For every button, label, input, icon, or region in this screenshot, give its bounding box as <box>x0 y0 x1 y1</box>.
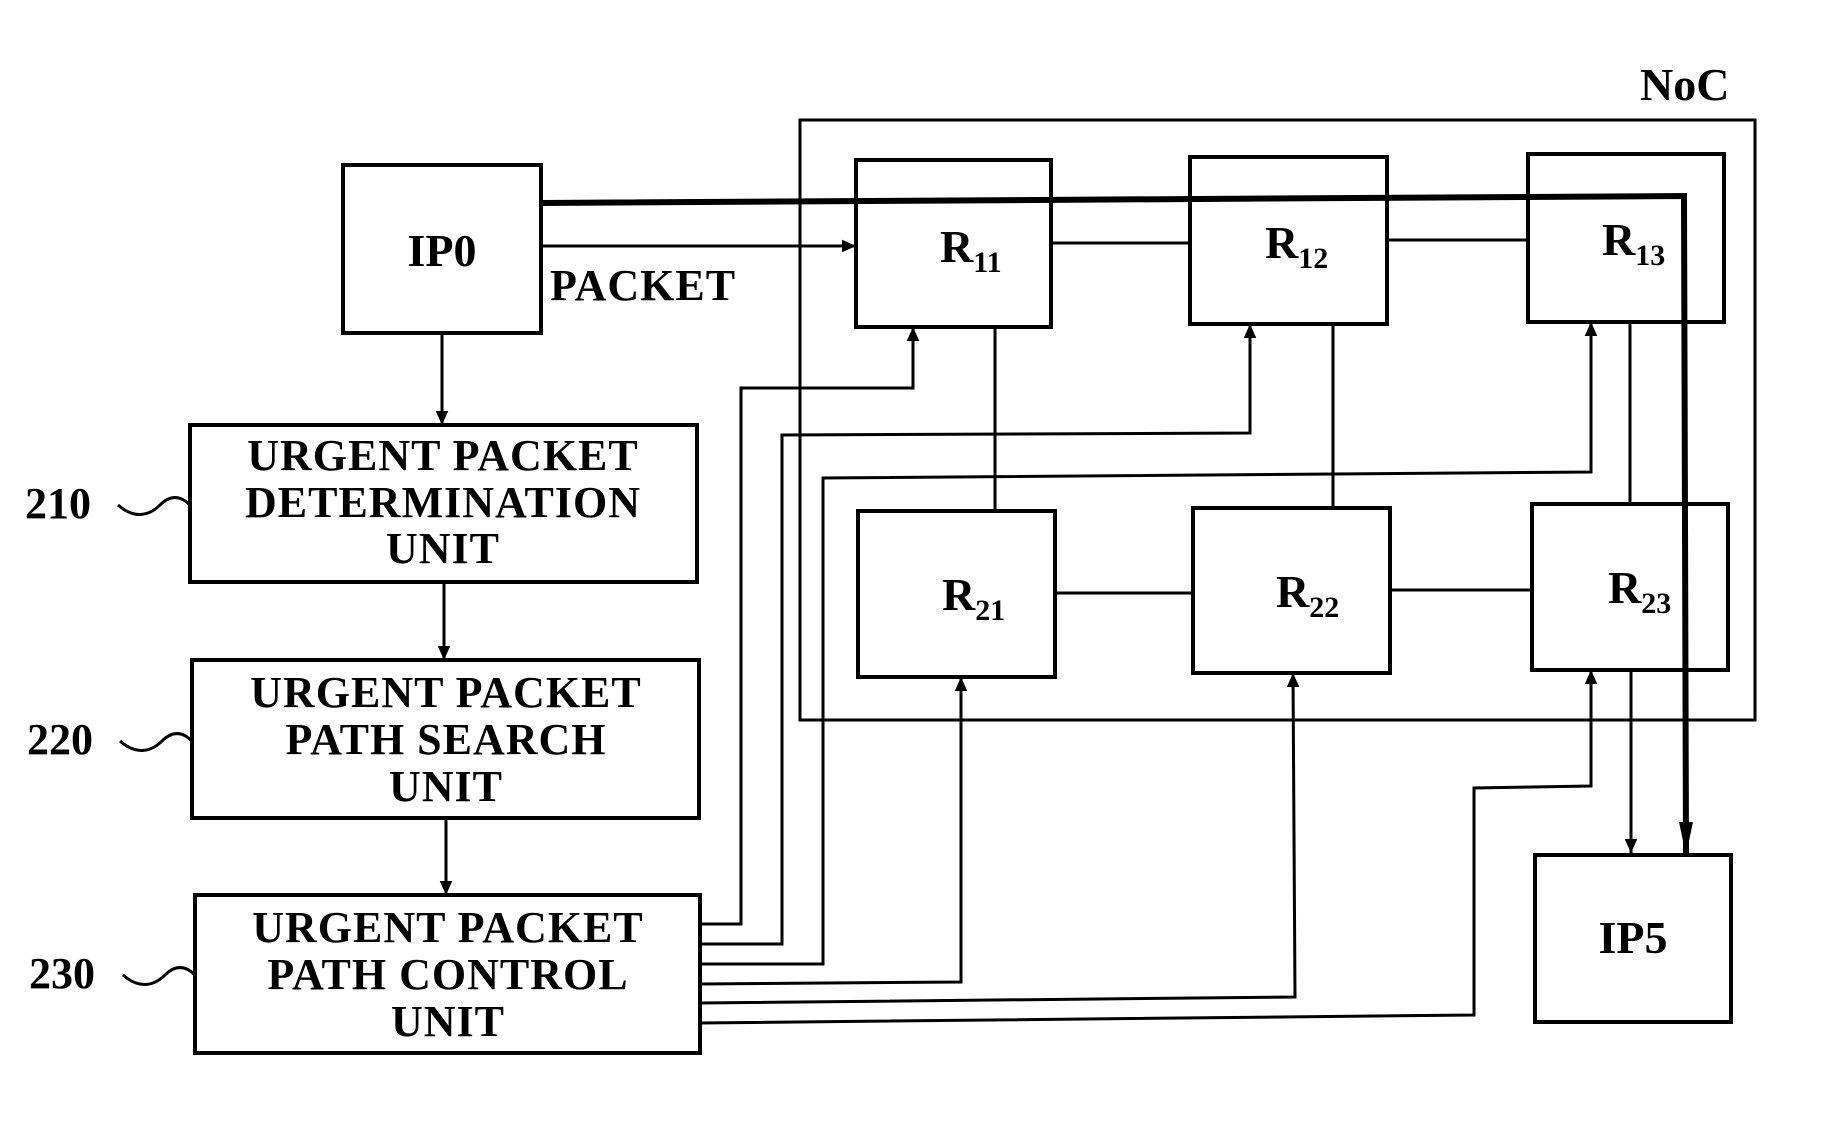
unit-220-line-3: UNIT <box>389 762 503 811</box>
unit-210-line-3: UNIT <box>386 524 500 573</box>
leader-230 <box>122 966 197 986</box>
packet-label: PACKET <box>550 261 736 310</box>
unit-220-line-1: URGENT PACKET <box>250 668 642 717</box>
ip5-label: IP5 <box>1599 912 1668 963</box>
control-line-r22 <box>699 672 1300 1005</box>
urgent-path-arrowhead <box>1679 822 1693 855</box>
noc-urgent-packet-diagram: NoC IP0 PACKET IP5 URGENT PACKET DETERMI… <box>25 59 1757 1055</box>
leader-210 <box>117 496 192 516</box>
unit-230-line-3: UNIT <box>391 997 505 1046</box>
noc-label: NoC <box>1640 59 1729 110</box>
ref-230: 230 <box>29 949 95 998</box>
unit-210-line-1: URGENT PACKET <box>247 431 639 480</box>
unit-230-line-1: URGENT PACKET <box>252 903 644 952</box>
ip0-label: IP0 <box>408 225 477 276</box>
control-line-r23 <box>699 670 1598 1025</box>
unit-210-line-2: DETERMINATION <box>245 478 641 527</box>
control-line-r21 <box>699 677 968 986</box>
leader-220 <box>119 732 194 752</box>
ref-220: 220 <box>27 715 93 764</box>
ref-210: 210 <box>25 479 91 528</box>
unit-230-line-2: PATH CONTROL <box>267 950 628 999</box>
control-line-r13 <box>700 322 1598 966</box>
unit-220-line-2: PATH SEARCH <box>285 715 606 764</box>
